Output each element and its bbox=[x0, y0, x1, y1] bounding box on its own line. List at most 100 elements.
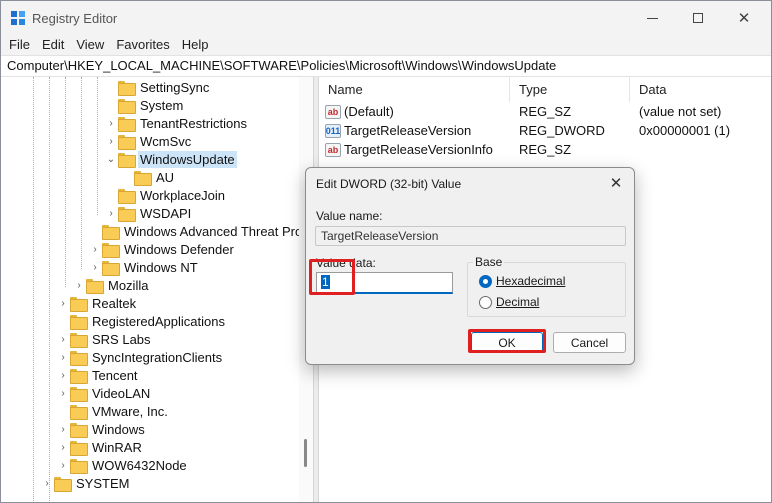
tree-expander[interactable] bbox=[89, 222, 101, 240]
value-data-label: Value data: bbox=[316, 256, 376, 270]
tree-item-label: WSDAPI bbox=[140, 205, 192, 221]
dialog-title: Edit DWORD (32-bit) Value bbox=[316, 177, 462, 191]
tree-item-label: Tencent bbox=[92, 367, 138, 383]
string-value-icon: ab bbox=[325, 142, 341, 157]
tree-item-tencent[interactable]: › Tencent bbox=[57, 366, 140, 384]
chevron-right-icon[interactable]: › bbox=[105, 132, 117, 150]
menu-help[interactable]: Help bbox=[176, 35, 215, 55]
dialog-close-button[interactable]: ✕ bbox=[602, 171, 630, 195]
chevron-right-icon[interactable]: › bbox=[57, 438, 69, 456]
close-button[interactable]: ✕ bbox=[721, 1, 767, 35]
tree-item-windows-defender[interactable]: › Windows Defender bbox=[89, 240, 236, 258]
folder-icon bbox=[118, 134, 136, 150]
chevron-right-icon[interactable]: › bbox=[105, 114, 117, 132]
dialog-title-bar[interactable]: Edit DWORD (32-bit) Value ✕ bbox=[306, 168, 634, 198]
tree-item-srs-labs[interactable]: › SRS Labs bbox=[57, 330, 153, 348]
tree-expander[interactable] bbox=[105, 78, 117, 96]
tree-item-label: SyncIntegrationClients bbox=[92, 349, 223, 365]
registry-editor-window: Registry Editor ✕ File Edit View Favorit… bbox=[0, 0, 772, 503]
tree-expander[interactable] bbox=[105, 96, 117, 114]
menu-view[interactable]: View bbox=[70, 35, 110, 55]
tree-item-label: Windows NT bbox=[124, 259, 198, 275]
column-header-data[interactable]: Data bbox=[630, 77, 771, 102]
tree-expander[interactable] bbox=[57, 402, 69, 420]
tree-item-windowsupdate[interactable]: ⌄ WindowsUpdate bbox=[105, 150, 237, 168]
chevron-right-icon[interactable]: › bbox=[57, 420, 69, 438]
tree-item-vmware[interactable]: VMware, Inc. bbox=[57, 402, 170, 420]
tree-item-registeredapplications[interactable]: RegisteredApplications bbox=[57, 312, 227, 330]
folder-icon bbox=[54, 476, 72, 492]
folder-icon bbox=[102, 224, 120, 240]
value-type: REG_SZ bbox=[519, 142, 572, 157]
address-bar[interactable]: Computer\HKEY_LOCAL_MACHINE\SOFTWARE\Pol… bbox=[1, 55, 771, 77]
tree-guide-line bbox=[81, 77, 82, 269]
tree-item-windows-advanced-threat-protection[interactable]: Windows Advanced Threat Prote bbox=[89, 222, 313, 240]
value-name: TargetReleaseVersion bbox=[344, 123, 472, 138]
tree-item-windows[interactable]: › Windows bbox=[57, 420, 147, 438]
radio-hexadecimal[interactable]: Hexadecimal bbox=[479, 274, 565, 288]
menu-favorites[interactable]: Favorites bbox=[110, 35, 175, 55]
registry-key-tree: SettingSync System › TenantRestrictions … bbox=[1, 77, 313, 502]
tree-item-wow6432node[interactable]: › WOW6432Node bbox=[57, 456, 189, 474]
folder-icon bbox=[118, 188, 136, 204]
dword-value-icon: 011 bbox=[325, 123, 341, 138]
tree-item-realtek[interactable]: › Realtek bbox=[57, 294, 138, 312]
cancel-button[interactable]: Cancel bbox=[553, 332, 626, 353]
value-data-input[interactable]: 1 bbox=[316, 272, 453, 294]
value-row[interactable]: 011 TargetReleaseVersion REG_DWORD 0x000… bbox=[319, 121, 771, 140]
tree-item-windows-nt[interactable]: › Windows NT bbox=[89, 258, 200, 276]
radio-decimal[interactable]: Decimal bbox=[479, 295, 539, 309]
chevron-down-icon[interactable]: ⌄ bbox=[105, 150, 117, 168]
folder-icon bbox=[70, 440, 88, 456]
value-row[interactable]: ab TargetReleaseVersionInfo REG_SZ bbox=[319, 140, 771, 159]
chevron-right-icon[interactable]: › bbox=[73, 276, 85, 294]
chevron-right-icon[interactable]: › bbox=[57, 366, 69, 384]
chevron-right-icon[interactable]: › bbox=[57, 348, 69, 366]
chevron-right-icon[interactable]: › bbox=[41, 474, 53, 492]
value-name-cell: ab (Default) bbox=[319, 104, 510, 119]
tree-guide-line bbox=[33, 77, 34, 502]
chevron-right-icon[interactable]: › bbox=[57, 384, 69, 402]
radio-checked-icon bbox=[479, 274, 492, 288]
maximize-button[interactable] bbox=[675, 1, 721, 35]
tree-item-syncintegrationclients[interactable]: › SyncIntegrationClients bbox=[57, 348, 224, 366]
tree-item-au[interactable]: AU bbox=[121, 168, 176, 186]
menu-file[interactable]: File bbox=[3, 35, 36, 55]
tree-item-videolan[interactable]: › VideoLAN bbox=[57, 384, 152, 402]
tree-item-label: RegisteredApplications bbox=[92, 313, 225, 329]
tree-item-system-hive[interactable]: › SYSTEM bbox=[41, 474, 131, 492]
column-header-name[interactable]: Name bbox=[319, 77, 510, 102]
tree-scrollbar-thumb[interactable] bbox=[304, 439, 307, 467]
chevron-right-icon[interactable]: › bbox=[57, 294, 69, 312]
chevron-right-icon[interactable]: › bbox=[57, 330, 69, 348]
tree-expander[interactable] bbox=[105, 186, 117, 204]
tree-item-wsdapi[interactable]: › WSDAPI bbox=[105, 204, 193, 222]
chevron-right-icon[interactable]: › bbox=[57, 456, 69, 474]
tree-expander[interactable] bbox=[57, 312, 69, 330]
folder-icon bbox=[118, 98, 136, 114]
menu-edit[interactable]: Edit bbox=[36, 35, 70, 55]
tree-item-system[interactable]: System bbox=[105, 96, 185, 114]
tree-item-label: VMware, Inc. bbox=[92, 403, 168, 419]
chevron-right-icon[interactable]: › bbox=[105, 204, 117, 222]
title-bar[interactable]: Registry Editor ✕ bbox=[1, 1, 771, 35]
minimize-button[interactable] bbox=[629, 1, 675, 35]
folder-icon bbox=[70, 386, 88, 402]
tree-item-label: WindowsUpdate bbox=[138, 150, 237, 168]
tree-item-wcmsvc[interactable]: › WcmSvc bbox=[105, 132, 193, 150]
tree-item-label: AU bbox=[156, 169, 175, 185]
chevron-right-icon[interactable]: › bbox=[89, 258, 101, 276]
tree-item-winrar[interactable]: › WinRAR bbox=[57, 438, 144, 456]
tree-expander[interactable] bbox=[121, 168, 133, 186]
tree-item-settingsync[interactable]: SettingSync bbox=[105, 78, 211, 96]
tree-item-mozilla[interactable]: › Mozilla bbox=[73, 276, 150, 294]
folder-icon bbox=[70, 332, 88, 348]
value-row[interactable]: ab (Default) REG_SZ (value not set) bbox=[319, 102, 771, 121]
folder-icon bbox=[102, 242, 120, 258]
radio-unchecked-icon bbox=[479, 295, 492, 309]
tree-item-tenantrestrictions[interactable]: › TenantRestrictions bbox=[105, 114, 249, 132]
tree-item-workplacejoin[interactable]: WorkplaceJoin bbox=[105, 186, 227, 204]
chevron-right-icon[interactable]: › bbox=[89, 240, 101, 258]
column-header-type[interactable]: Type bbox=[510, 77, 630, 102]
ok-button[interactable]: OK bbox=[471, 332, 543, 353]
